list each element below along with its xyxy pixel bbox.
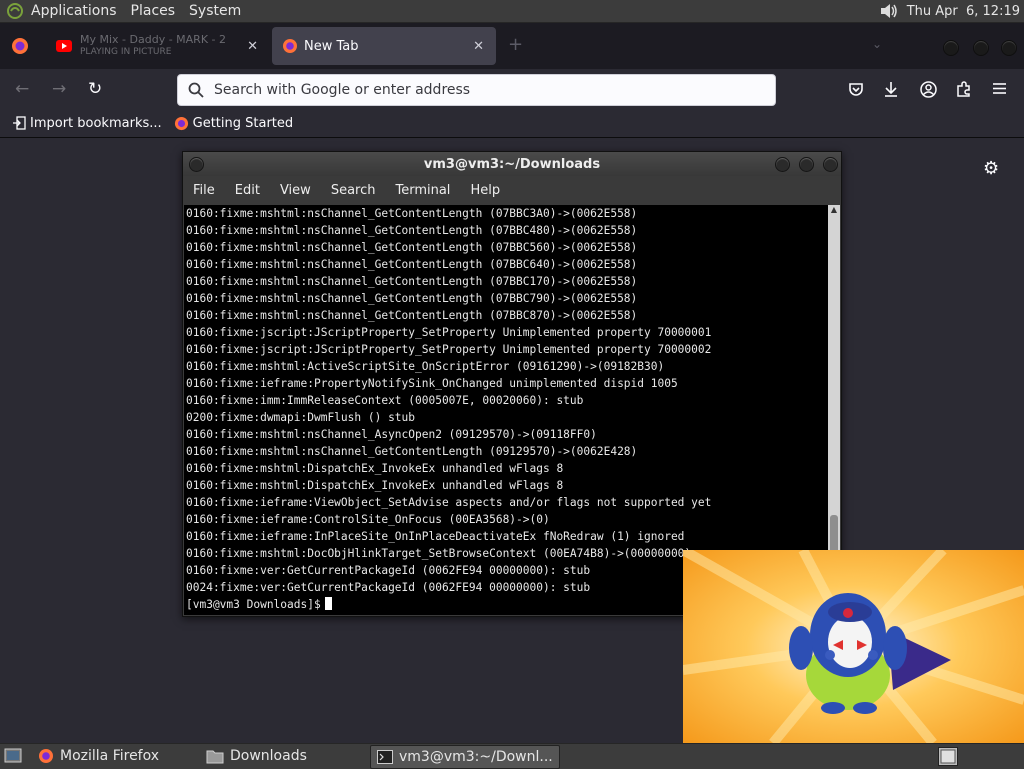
text-cursor (324, 597, 332, 610)
task-firefox[interactable]: Mozilla Firefox (32, 745, 165, 767)
terminal-line: 0160:fixme:mshtml:nsChannel_GetContentLe… (186, 292, 638, 305)
bookmark-label: Getting Started (192, 115, 294, 131)
reload-icon[interactable]: ↻ (88, 79, 102, 99)
tab-new-tab[interactable]: New Tab ✕ (272, 27, 496, 65)
system-menu[interactable]: System (182, 3, 248, 19)
menu-search[interactable]: Search (321, 183, 386, 198)
terminal-line: 0160:fixme:mshtml:DispatchEx_InvokeEx un… (186, 479, 564, 492)
close-icon[interactable]: ✕ (473, 39, 484, 54)
forward-icon[interactable]: → (52, 79, 66, 99)
terminal-line: 0160:fixme:mshtml:nsChannel_GetContentLe… (186, 258, 638, 271)
top-panel: Applications Places System Thu Apr 6, 12… (0, 0, 1024, 23)
close-window-button[interactable] (823, 157, 838, 172)
tab-bar: My Mix - Daddy - MARK - 2 PLAYING IN PIC… (0, 23, 1024, 69)
terminal-menubar: File Edit View Search Terminal Help (183, 176, 841, 204)
youtube-icon (56, 40, 72, 52)
firefox-icon (174, 116, 188, 130)
minimize-button[interactable] (775, 157, 790, 172)
menu-help[interactable]: Help (460, 183, 510, 198)
chevron-down-icon[interactable]: ⌄ (872, 37, 882, 51)
terminal-line: 0200:fixme:dwmapi:DwmFlush () stub (186, 411, 416, 424)
picture-in-picture-video[interactable] (683, 550, 1024, 743)
download-icon[interactable] (883, 80, 899, 98)
firefox-view-icon[interactable] (11, 37, 29, 55)
scroll-up-arrow-icon[interactable]: ▲ (828, 205, 840, 217)
applications-menu[interactable]: Applications (24, 3, 124, 19)
video-frame-image (683, 550, 1024, 743)
close-window-button[interactable] (1001, 40, 1017, 56)
task-label: Downloads (230, 748, 307, 764)
tab-youtube[interactable]: My Mix - Daddy - MARK - 2 PLAYING IN PIC… (50, 27, 272, 65)
terminal-line: 0160:fixme:mshtml:ActiveScriptSite_OnScr… (186, 360, 665, 373)
bookmark-label: Import bookmarks... (30, 115, 162, 131)
clock[interactable]: Thu Apr 6, 12:19 (907, 4, 1020, 19)
terminal-line: 0160:fixme:mshtml:nsChannel_GetContentLe… (186, 207, 638, 220)
window-menu-button[interactable] (189, 157, 204, 172)
menu-icon[interactable] (992, 82, 1007, 95)
menu-view[interactable]: View (270, 183, 321, 198)
pocket-icon[interactable] (848, 81, 864, 97)
bottom-taskbar: Mozilla Firefox Downloads vm3@vm3:~/Down… (0, 743, 1024, 769)
menu-terminal[interactable]: Terminal (385, 183, 460, 198)
close-icon[interactable]: ✕ (247, 39, 258, 54)
task-label: vm3@vm3:~/Downl... (399, 749, 553, 765)
terminal-line: 0160:fixme:ieframe:ViewObject_SetAdvise … (186, 496, 712, 509)
search-icon (188, 82, 204, 98)
firefox-icon (283, 39, 297, 53)
gear-icon[interactable]: ⚙ (983, 158, 999, 179)
back-icon[interactable]: ← (15, 79, 29, 99)
account-icon[interactable] (920, 81, 937, 98)
shell-prompt: [vm3@vm3 Downloads]$ (186, 598, 321, 611)
terminal-line: 0160:fixme:imm:ImmReleaseContext (000500… (186, 394, 584, 407)
minimize-button[interactable] (943, 40, 959, 56)
folder-icon (206, 750, 224, 763)
address-bar[interactable]: Search with Google or enter address (177, 74, 776, 106)
tab-subtitle: PLAYING IN PICTURE (80, 47, 172, 57)
terminal-line: 0160:fixme:mshtml:nsChannel_GetContentLe… (186, 241, 638, 254)
menu-file[interactable]: File (183, 183, 225, 198)
terminal-icon (377, 750, 393, 764)
places-menu[interactable]: Places (124, 3, 183, 19)
bookmark-import[interactable]: Import bookmarks... (12, 116, 162, 131)
terminal-line: 0160:fixme:mshtml:nsChannel_GetContentLe… (186, 309, 638, 322)
volume-icon[interactable] (879, 2, 899, 20)
terminal-titlebar[interactable]: vm3@vm3:~/Downloads (183, 152, 841, 176)
terminal-line: 0160:fixme:mshtml:nsChannel_GetContentLe… (186, 445, 638, 458)
menu-edit[interactable]: Edit (225, 183, 270, 198)
import-icon (13, 116, 26, 130)
terminal-line: 0160:fixme:mshtml:nsChannel_AsyncOpen2 (… (186, 428, 597, 441)
maximize-button[interactable] (973, 40, 989, 56)
terminal-line: 0160:fixme:ieframe:PropertyNotifySink_On… (186, 377, 678, 390)
maximize-button[interactable] (799, 157, 814, 172)
task-terminal[interactable]: vm3@vm3:~/Downl... (370, 745, 560, 769)
terminal-line: 0160:fixme:mshtml:DispatchEx_InvokeEx un… (186, 462, 564, 475)
extensions-icon[interactable] (956, 81, 972, 97)
firefox-icon (39, 749, 53, 763)
task-label: Mozilla Firefox (60, 748, 160, 764)
terminal-line: 0160:fixme:jscript:JScriptProperty_SetPr… (186, 326, 712, 339)
distro-logo-icon[interactable] (6, 2, 24, 20)
window-title: vm3@vm3:~/Downloads (423, 156, 601, 172)
terminal-line: 0160:fixme:mshtml:nsChannel_GetContentLe… (186, 275, 638, 288)
navigation-toolbar: ← → ↻ Search with Google or enter addres… (0, 69, 1024, 109)
terminal-line: 0160:fixme:mshtml:nsChannel_GetContentLe… (186, 224, 638, 237)
new-tab-icon[interactable]: + (508, 34, 523, 55)
workspace-switcher-icon[interactable] (938, 747, 958, 766)
terminal-line: 0160:fixme:ieframe:ControlSite_OnFocus (… (186, 513, 550, 526)
terminal-line: 0160:fixme:ieframe:InPlaceSite_OnInPlace… (186, 530, 685, 543)
bookmark-getting-started[interactable]: Getting Started (174, 115, 294, 131)
terminal-line: 0160:fixme:jscript:JScriptProperty_SetPr… (186, 343, 712, 356)
tab-title: My Mix - Daddy - MARK - 2 (80, 33, 226, 46)
task-downloads[interactable]: Downloads (200, 745, 313, 767)
terminal-window: vm3@vm3:~/Downloads File Edit View Searc… (182, 151, 842, 617)
scrollbar-thumb[interactable] (830, 515, 838, 555)
bookmarks-toolbar: Import bookmarks... Getting Started (0, 109, 1024, 138)
address-placeholder: Search with Google or enter address (214, 82, 471, 98)
show-desktop-icon[interactable] (4, 747, 22, 765)
tab-title: New Tab (304, 38, 359, 54)
